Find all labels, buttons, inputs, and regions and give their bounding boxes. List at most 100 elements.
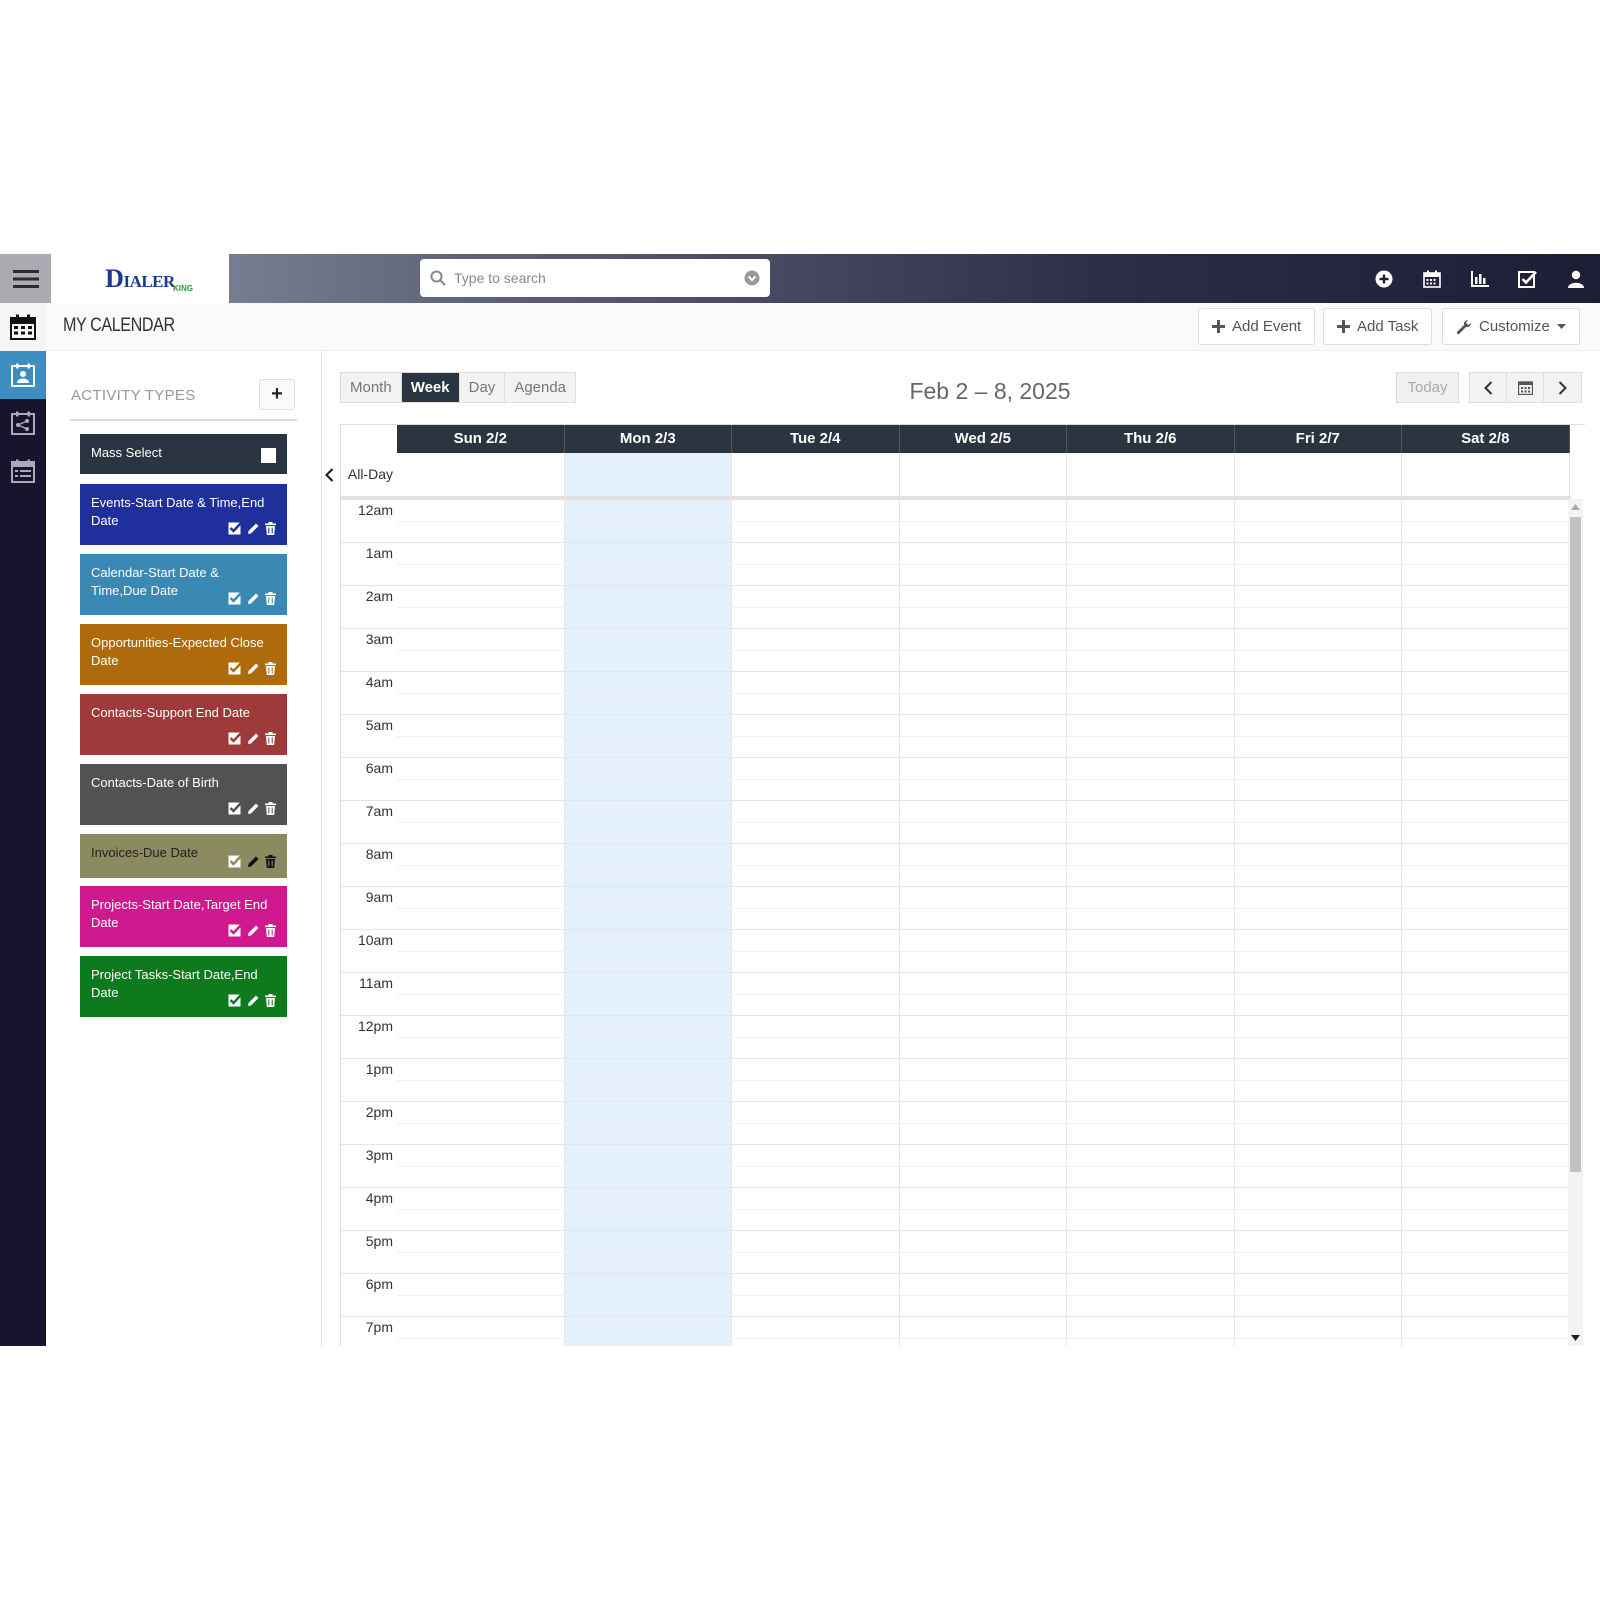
activity-type-item[interactable]: Project Tasks-Start Date,End Date [80,956,287,1017]
agenda-view-button[interactable]: Agenda [505,373,576,402]
tasks-button[interactable] [1504,254,1552,303]
today-button[interactable]: Today [1396,372,1459,403]
quick-create-button[interactable] [1360,254,1408,303]
day-column[interactable] [732,453,900,1346]
logo[interactable]: DIALER KING [51,254,229,303]
trash-icon[interactable] [265,731,276,745]
checkbox-icon [1518,270,1537,288]
checkbox-icon[interactable] [228,923,242,937]
customize-button[interactable]: Customize [1442,308,1580,345]
hour-line [341,843,1571,844]
activity-type-item[interactable]: Opportunities-Expected Close Date [80,624,287,685]
edit-icon[interactable] [247,855,260,868]
activity-type-item[interactable]: Projects-Start Date,Target End Date [80,886,287,947]
day-column[interactable] [397,453,565,1346]
time-label: 4pm [365,1190,393,1206]
activity-type-item[interactable]: Invoices-Due Date [80,834,287,878]
half-hour-line [397,563,1571,565]
mass-select-row[interactable]: Mass Select [80,434,287,474]
chevron-down-circle-icon[interactable] [744,270,760,286]
day-header[interactable]: Thu 2/6 [1067,425,1235,453]
menu-icon [12,269,39,288]
activity-type-item[interactable]: Contacts-Support End Date [80,694,287,755]
calendar-nav-button[interactable] [1408,254,1456,303]
hour-line [341,886,1571,887]
add-task-button[interactable]: Add Task [1323,308,1433,345]
checkbox-icon[interactable] [228,993,242,1007]
date-picker-button[interactable] [1507,373,1544,402]
day-column[interactable] [900,453,1067,1346]
day-header[interactable]: Wed 2/5 [899,425,1067,453]
rail-shared-calendar-button[interactable] [0,399,46,447]
trash-icon[interactable] [265,854,276,868]
page-header: MY CALENDAR Add Event Add Task Customize [46,303,1600,351]
day-header[interactable]: Sun 2/2 [397,425,565,453]
edit-icon[interactable] [247,924,260,937]
hour-line [341,714,1571,715]
trash-icon[interactable] [265,591,276,605]
app-window: DIALER KING Type to search MY CALENDAR A… [0,254,1600,1346]
hour-line [341,1144,1571,1145]
time-label: 3am [365,631,393,647]
activity-type-item[interactable]: Events-Start Date & Time,End Date [80,484,287,545]
trash-icon[interactable] [265,923,276,937]
trash-icon[interactable] [265,661,276,675]
scrollbar-thumb[interactable] [1570,517,1581,1172]
mass-select-checkbox[interactable] [261,448,276,463]
checkbox-icon[interactable] [228,591,242,605]
half-hour-line [397,778,1571,780]
activity-type-item[interactable]: Contacts-Date of Birth [80,764,287,825]
user-menu-button[interactable] [1552,254,1600,303]
previous-button[interactable] [1470,373,1507,402]
next-button[interactable] [1544,373,1581,402]
day-header[interactable]: Sat 2/8 [1402,425,1570,453]
edit-icon[interactable] [247,592,260,605]
edit-icon[interactable] [247,732,260,745]
time-label: 5pm [365,1233,393,1249]
day-header[interactable]: Mon 2/3 [564,425,732,453]
checkbox-icon[interactable] [228,521,242,535]
edit-icon[interactable] [247,522,260,535]
rail-calendar-button[interactable] [0,303,46,351]
day-column[interactable] [1235,453,1402,1346]
rail-agenda-button[interactable] [0,447,46,495]
checkbox-icon[interactable] [228,801,242,815]
checkbox-icon[interactable] [228,854,242,868]
checkbox-icon[interactable] [228,731,242,745]
mass-select-label: Mass Select [91,445,162,460]
top-icon-bar [1360,254,1600,303]
time-label: 1am [365,545,393,561]
collapse-sidebar-button[interactable] [322,464,336,486]
hour-line [341,1058,1571,1059]
trash-icon[interactable] [265,521,276,535]
add-event-button[interactable]: Add Event [1198,308,1316,345]
all-day-label: All-Day [347,466,393,482]
add-activity-type-button[interactable]: + [259,379,295,410]
grid-scrollbar[interactable] [1568,499,1583,1346]
day-view-button[interactable]: Day [459,373,506,402]
reports-button[interactable] [1456,254,1504,303]
day-column[interactable] [564,453,732,1346]
edit-icon[interactable] [247,802,260,815]
edit-icon[interactable] [247,662,260,675]
edit-icon[interactable] [247,994,260,1007]
day-header[interactable]: Fri 2/7 [1234,425,1402,453]
hour-line [341,628,1571,629]
trash-icon[interactable] [265,801,276,815]
search-input[interactable] [454,270,744,286]
month-view-button[interactable]: Month [341,373,402,402]
trash-icon[interactable] [265,993,276,1007]
day-column[interactable] [1402,453,1570,1346]
hour-line [341,1101,1571,1102]
checkbox-icon[interactable] [228,661,242,675]
hamburger-menu-button[interactable] [0,254,51,303]
half-hour-line [397,864,1571,866]
half-hour-line [397,1122,1571,1124]
rail-my-calendar-button[interactable] [0,351,46,399]
caret-down-icon [1556,323,1566,329]
activity-type-item[interactable]: Calendar-Start Date & Time,Due Date [80,554,287,615]
hour-line [341,1015,1571,1016]
week-view-button[interactable]: Week [401,373,460,402]
day-header[interactable]: Tue 2/4 [732,425,900,453]
day-column[interactable] [1067,453,1235,1346]
